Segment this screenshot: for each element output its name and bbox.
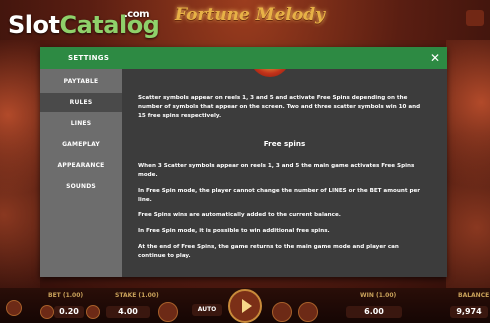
balance-label: BALANCE bbox=[458, 292, 490, 299]
nav-item-paytable[interactable]: PAYTABLE bbox=[40, 72, 122, 91]
gamble-button[interactable] bbox=[298, 302, 318, 322]
free-spins-heading: Free spins bbox=[263, 139, 306, 148]
modal-title: SETTINGS bbox=[68, 54, 110, 62]
auto-label[interactable]: AUTO bbox=[192, 304, 222, 316]
menu-button[interactable] bbox=[6, 300, 22, 316]
rules-paragraph: In Free Spin mode, it is possible to win… bbox=[138, 228, 330, 234]
rules-paragraph: In Free Spin mode, the player cannot cha… bbox=[138, 188, 421, 203]
play-icon bbox=[242, 299, 252, 313]
scatter-symbol-image bbox=[250, 69, 290, 77]
background-flowers-left bbox=[0, 40, 40, 290]
stake-value: 4.00 bbox=[106, 306, 150, 318]
rules-paragraph: At the end of Free Spins, the game retur… bbox=[138, 244, 399, 259]
stake-label: STAKE (1.00) bbox=[115, 292, 159, 299]
rules-content: Scatter symbols appear on reels 1, 3 and… bbox=[122, 69, 447, 277]
nav-item-sounds[interactable]: SOUNDS bbox=[40, 177, 122, 196]
settings-nav: PAYTABLE RULES LINES GAMEPLAY APPEARANCE… bbox=[40, 69, 122, 277]
menu-icon[interactable] bbox=[466, 10, 484, 26]
auto-play-button[interactable] bbox=[158, 302, 178, 322]
watermark-suffix: .com bbox=[124, 9, 150, 20]
spin-button[interactable] bbox=[228, 289, 262, 323]
bet-increase-button[interactable] bbox=[86, 305, 100, 319]
bet-decrease-button[interactable] bbox=[40, 305, 54, 319]
rules-paragraph: Free Spins wins are automatically added … bbox=[138, 212, 341, 218]
fast-play-button[interactable] bbox=[272, 302, 292, 322]
settings-modal: SETTINGS ✕ PAYTABLE RULES LINES GAMEPLAY… bbox=[40, 47, 447, 277]
nav-item-appearance[interactable]: APPEARANCE bbox=[40, 156, 122, 175]
game-title-logo: Fortune Melody bbox=[175, 5, 325, 25]
modal-header: SETTINGS ✕ bbox=[40, 47, 447, 69]
rules-paragraph: When 3 Scatter symbols appear on reels 1… bbox=[138, 163, 415, 178]
close-button[interactable]: ✕ bbox=[427, 47, 443, 69]
win-value: 6.00 bbox=[346, 306, 402, 318]
nav-item-gameplay[interactable]: GAMEPLAY bbox=[40, 135, 122, 154]
bet-value: 0.20 bbox=[54, 306, 84, 318]
win-label: WIN (1.00) bbox=[360, 292, 397, 299]
nav-item-lines[interactable]: LINES bbox=[40, 114, 122, 133]
nav-item-rules[interactable]: RULES bbox=[40, 93, 122, 112]
background-flowers-right bbox=[446, 40, 490, 290]
watermark-part1: Slot bbox=[8, 11, 60, 39]
rules-intro-text: Scatter symbols appear on reels 1, 3 and… bbox=[138, 95, 421, 119]
balance-value: 9,974 bbox=[450, 306, 488, 318]
slotcatalog-watermark: SlotCatalog .com bbox=[8, 8, 160, 42]
bet-label: BET (1.00) bbox=[48, 292, 84, 299]
